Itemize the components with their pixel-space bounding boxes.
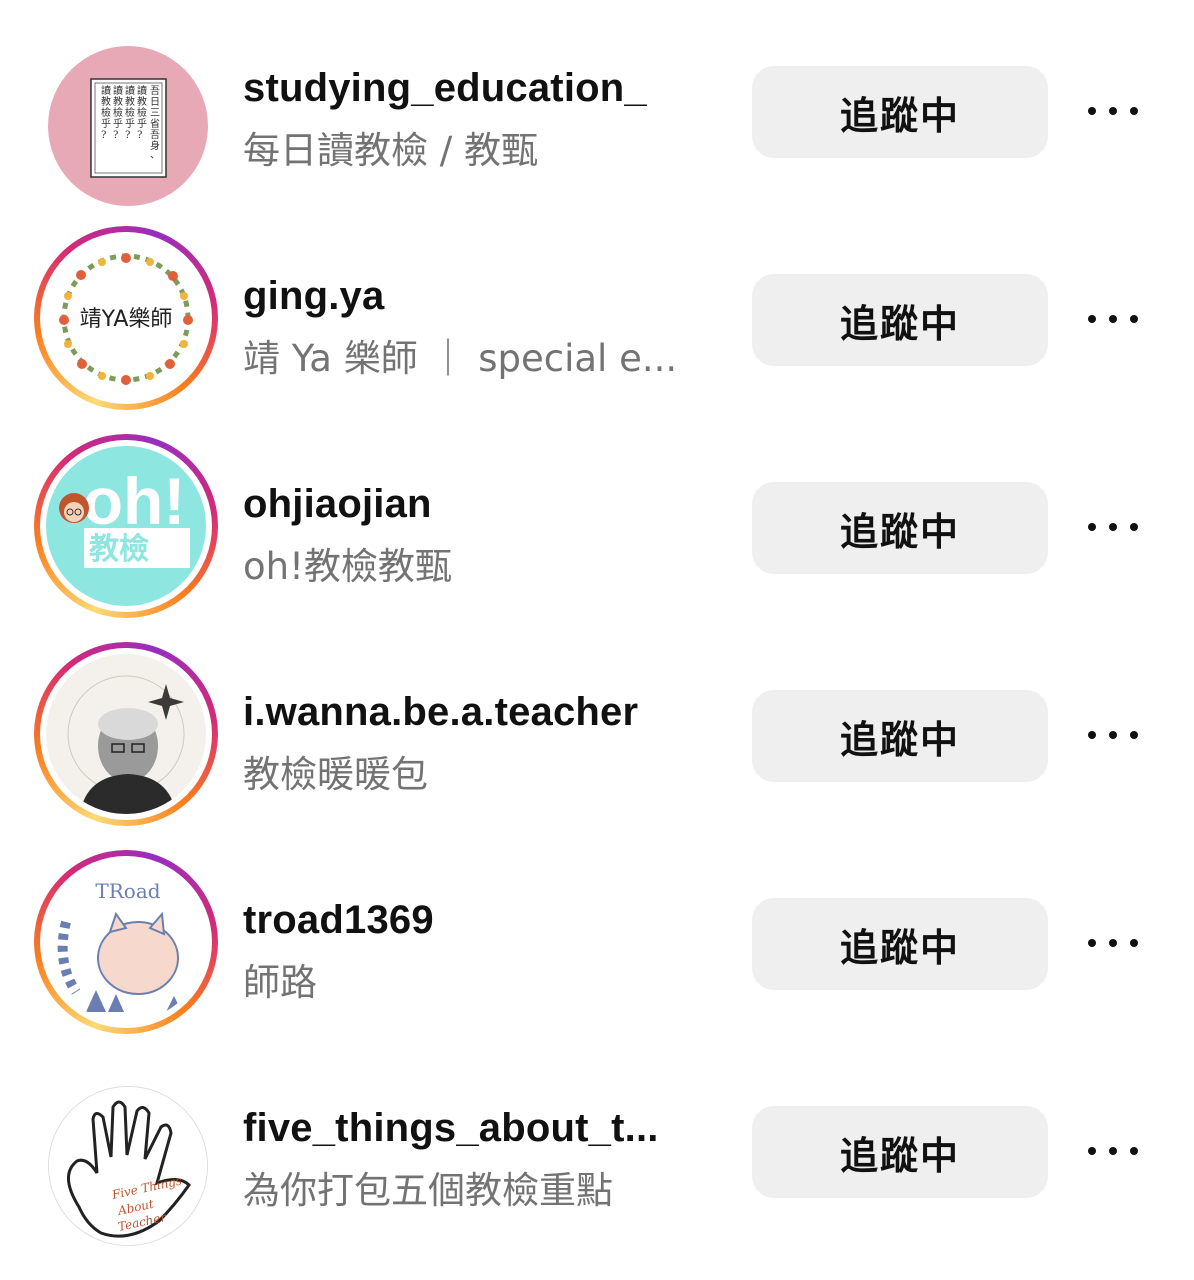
username[interactable]: ohjiaojian [243,482,432,527]
more-options-icon[interactable] [1088,512,1138,542]
username[interactable]: i.wanna.be.a.teacher [243,690,638,735]
avatar-image: 吾日三省吾身、 讀教檢乎? 讀教檢乎? 讀教檢乎? 讀教檢乎? [48,46,208,206]
more-options-icon[interactable] [1088,720,1138,750]
avatar-text: 靖YA樂師 [80,307,173,332]
username[interactable]: ging.ya [243,274,384,319]
svg-text:讀: 讀 [101,84,111,97]
svg-text:檢: 檢 [101,106,111,119]
svg-text:乎: 乎 [137,118,147,130]
following-button[interactable]: 追蹤中 [752,482,1048,574]
following-list: 吾日三省吾身、 讀教檢乎? 讀教檢乎? 讀教檢乎? 讀教檢乎? studying… [0,0,1194,1280]
svg-text:教: 教 [101,95,111,108]
username[interactable]: studying_education_ [243,66,647,111]
svg-text:TRoad: TRoad [95,879,160,903]
following-button[interactable]: 追蹤中 [752,690,1048,782]
avatar-image: TRoad [46,862,206,1022]
avatar-image [46,654,206,814]
svg-text:教: 教 [137,95,147,108]
following-button[interactable]: 追蹤中 [752,898,1048,990]
following-button[interactable]: 追蹤中 [752,274,1048,366]
avatar-image: 靖YA樂師 [46,238,206,398]
full-name: oh!教檢教甄 [243,545,452,588]
avatar[interactable]: 靖YA樂師 [34,226,218,410]
svg-text:教: 教 [113,95,123,108]
svg-text:、: 、 [150,150,160,161]
full-name: 教檢暖暖包 [243,753,428,796]
svg-text:教: 教 [125,95,135,108]
list-item[interactable]: 吾日三省吾身、 讀教檢乎? 讀教檢乎? 讀教檢乎? 讀教檢乎? studying… [0,16,1194,206]
svg-text:三: 三 [150,108,160,119]
list-item[interactable]: Five Things About Teacher five_things_ab… [0,1056,1194,1246]
full-name: 為你打包五個教檢重點 [243,1169,613,1212]
following-button[interactable]: 追蹤中 [752,1106,1048,1198]
avatar[interactable]: Five Things About Teacher [34,1070,218,1254]
svg-text:檢: 檢 [137,106,147,119]
more-options-icon[interactable] [1088,928,1138,958]
svg-text:?: ? [125,130,130,141]
svg-text:讀: 讀 [113,84,123,97]
svg-text:乎: 乎 [125,118,135,130]
svg-text:吾: 吾 [150,129,160,141]
svg-text:oh!: oh! [83,464,186,538]
username[interactable]: five_things_about_t... [243,1106,659,1151]
svg-text:?: ? [113,130,118,141]
svg-text:讀: 讀 [125,84,135,97]
svg-text:乎: 乎 [101,118,111,130]
avatar[interactable] [34,642,218,826]
list-item[interactable]: 靖YA樂師 ging.ya 靖 Ya 樂師 ｜ special e... 追蹤中 [0,224,1194,414]
full-name: 靖 Ya 樂師 ｜ special e... [243,337,678,380]
avatar-image: oh! 教檢 [46,446,206,606]
username[interactable]: troad1369 [243,898,434,943]
list-item[interactable]: i.wanna.be.a.teacher 教檢暖暖包 追蹤中 [0,640,1194,830]
more-options-icon[interactable] [1088,96,1138,126]
avatar[interactable]: 吾日三省吾身、 讀教檢乎? 讀教檢乎? 讀教檢乎? 讀教檢乎? [34,30,218,214]
svg-text:檢: 檢 [113,106,123,119]
svg-text:讀: 讀 [137,84,147,97]
more-options-icon[interactable] [1088,304,1138,334]
full-name: 每日讀教檢 / 教甄 [243,129,538,172]
list-item[interactable]: oh! 教檢 ohjiaojian oh!教檢教甄 追蹤中 [0,432,1194,622]
following-button[interactable]: 追蹤中 [752,66,1048,158]
svg-text:乎: 乎 [113,118,123,130]
svg-text:?: ? [101,130,106,141]
svg-text:?: ? [137,130,142,141]
avatar[interactable]: oh! 教檢 [34,434,218,618]
more-options-icon[interactable] [1088,1136,1138,1166]
full-name: 師路 [243,961,317,1004]
list-item[interactable]: TRoad troad1369 師路 追蹤中 [0,848,1194,1038]
avatar[interactable]: TRoad [34,850,218,1034]
svg-text:教檢: 教檢 [89,532,149,567]
svg-text:日: 日 [150,97,160,108]
avatar-image: Five Things About Teacher [48,1086,208,1246]
svg-text:檢: 檢 [125,106,135,119]
svg-text:吾: 吾 [150,85,160,97]
svg-text:省: 省 [150,117,160,130]
